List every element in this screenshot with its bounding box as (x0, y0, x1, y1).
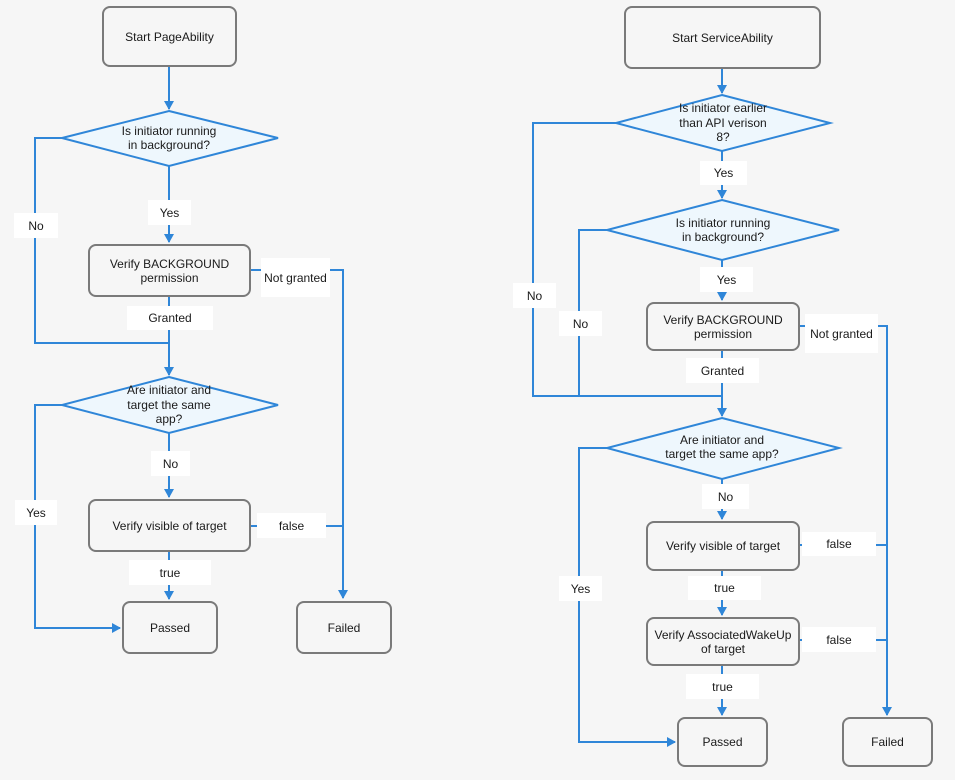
label-false: false (802, 532, 876, 556)
label-granted: Granted (686, 358, 759, 383)
node-label: Failed (327, 620, 361, 635)
label-yes: Yes (559, 576, 602, 601)
node-label: Verify BACKGROUND permission (109, 256, 230, 285)
node-label: Failed (871, 735, 904, 749)
passed-node: Passed (122, 601, 218, 654)
verify-background-node: Verify BACKGROUND permission (88, 244, 251, 297)
label-not-granted: Not granted (805, 314, 878, 353)
label-no: No (702, 484, 749, 509)
node-label: Verify BACKGROUND permission (663, 312, 783, 341)
verify-background-node: Verify BACKGROUND permission (646, 302, 800, 351)
decision-text-left-1: Is initiator running in background? (121, 123, 217, 153)
label-yes: Yes (700, 267, 753, 292)
decision-text-right-1: Is initiator running in background? (675, 215, 771, 245)
decision-text-right-0: Is initiator earlier than API verison 8? (678, 101, 768, 145)
node-label: Passed (149, 620, 191, 635)
label-yes: Yes (148, 200, 191, 225)
verify-visible-node: Verify visible of target (88, 499, 251, 552)
label-no: No (151, 451, 190, 476)
label-true: true (688, 576, 761, 600)
node-label: Start PageAbility (125, 29, 214, 44)
label-yes: Yes (15, 500, 57, 525)
verify-visible-node: Verify visible of target (646, 521, 800, 571)
label-granted: Granted (127, 306, 213, 330)
label-not-granted: Not granted (261, 258, 330, 297)
node-label: Verify AssociatedWakeUp of target (654, 627, 792, 656)
label-false: false (257, 513, 326, 538)
node-label: Verify visible of target (665, 539, 781, 553)
label-no: No (559, 311, 602, 336)
label-no: No (14, 213, 58, 238)
label-false: false (802, 627, 876, 652)
arrow-not-granted-left (251, 269, 348, 599)
decision-text-right-2: Are initiator and target the same app? (665, 432, 779, 462)
failed-node: Failed (842, 717, 933, 767)
arrow-not-granted-right (800, 325, 892, 716)
node-label: Start ServiceAbility (672, 30, 773, 45)
label-no: No (513, 283, 556, 308)
failed-node: Failed (296, 601, 392, 654)
arrow-d0-no-right (532, 122, 722, 397)
node-label: Verify visible of target (112, 518, 227, 533)
verify-wakeup-node: Verify AssociatedWakeUp of target (646, 617, 800, 666)
start-pageability-node: Start PageAbility (102, 6, 237, 67)
start-serviceability-node: Start ServiceAbility (624, 6, 821, 69)
label-true: true (686, 674, 759, 699)
label-true: true (129, 560, 211, 585)
node-label: Passed (702, 735, 743, 749)
passed-node: Passed (677, 717, 768, 767)
decision-text-left-2: Are initiator and target the same app? (126, 383, 212, 427)
label-yes: Yes (700, 161, 747, 185)
